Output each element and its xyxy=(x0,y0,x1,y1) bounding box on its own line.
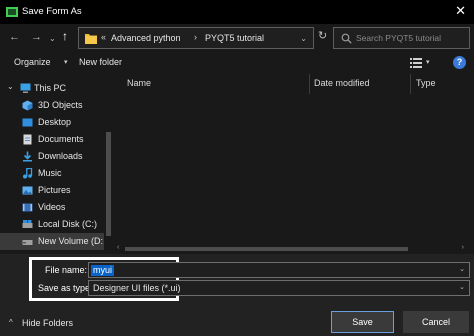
search-icon xyxy=(341,33,352,44)
file-name-label: File name: xyxy=(45,265,88,275)
window-title: Save Form As xyxy=(22,6,82,17)
organize-button[interactable]: Organize xyxy=(14,57,51,67)
save-button[interactable]: Save xyxy=(331,311,394,333)
breadcrumb-arrow-icon[interactable]: › xyxy=(194,32,197,42)
breadcrumb-overflow-icon[interactable]: « xyxy=(101,32,106,42)
sidebar-item-new-volume-d[interactable]: New Volume (D: xyxy=(0,233,104,250)
column-header-name[interactable]: Name xyxy=(127,78,151,88)
file-list[interactable]: Name Date modified Type xyxy=(115,74,474,254)
new-folder-button[interactable]: New folder xyxy=(79,57,122,67)
expand-chevron-icon[interactable]: ⌄ xyxy=(7,82,14,91)
file-name-input[interactable]: myui ⌄ xyxy=(88,262,470,278)
computer-icon xyxy=(20,83,31,93)
sidebar-item-desktop[interactable]: Desktop xyxy=(0,114,104,131)
sidebar-item-documents[interactable]: Documents xyxy=(0,131,104,148)
forward-arrow-icon[interactable]: → xyxy=(31,31,42,43)
save-as-type-dropdown-icon[interactable]: ⌄ xyxy=(459,283,465,291)
view-caret-icon[interactable]: ▾ xyxy=(426,58,430,66)
video-icon xyxy=(22,203,33,212)
qt-designer-icon xyxy=(6,7,18,17)
close-icon[interactable]: ✕ xyxy=(455,4,466,18)
scrollbar-thumb[interactable] xyxy=(106,132,111,236)
desktop-icon xyxy=(22,118,33,127)
back-arrow-icon[interactable]: ← xyxy=(9,31,20,43)
picture-icon xyxy=(22,186,33,195)
sidebar-item-label: Documents xyxy=(38,134,84,144)
sidebar-item-music[interactable]: Music xyxy=(0,165,104,182)
file-name-dropdown-icon[interactable]: ⌄ xyxy=(459,265,465,273)
navigation-pane-scrollbar[interactable] xyxy=(104,74,112,254)
save-as-type-label: Save as type: xyxy=(38,283,93,293)
sidebar-item-videos[interactable]: Videos xyxy=(0,199,104,216)
view-options-icon[interactable] xyxy=(410,58,422,68)
sidebar-item-label: Pictures xyxy=(38,185,71,195)
disk-icon xyxy=(22,220,33,228)
recent-locations-chevron-icon[interactable]: ⌄ xyxy=(49,33,56,45)
save-dialog: Save Form As ✕ ← → ⌄ ↑ « Advanced python… xyxy=(0,0,474,336)
scroll-right-icon[interactable]: › xyxy=(462,244,464,251)
sidebar-item-this-pc[interactable]: ⌄ This PC xyxy=(0,80,104,97)
sidebar-item-label: Music xyxy=(38,168,62,178)
sidebar-item-label: Videos xyxy=(38,202,66,212)
search-input[interactable]: Search PYQT5 tutorial xyxy=(333,27,470,49)
download-icon xyxy=(23,151,32,162)
sidebar-item-label: New Volume (D: xyxy=(38,236,104,246)
music-icon xyxy=(23,168,33,179)
column-divider[interactable] xyxy=(410,74,411,94)
sidebar-item-label: Local Disk (C:) xyxy=(38,219,98,229)
sidebar-item-label: 3D Objects xyxy=(38,100,83,110)
save-as-type-value[interactable]: Designer UI files (*.ui) xyxy=(93,283,181,293)
file-name-value[interactable]: myui xyxy=(91,265,115,276)
scrollbar-thumb[interactable] xyxy=(125,247,408,251)
title-bar: Save Form As ✕ xyxy=(0,0,474,24)
hide-folders-caret-icon[interactable]: ^ xyxy=(9,318,13,327)
breadcrumb-advanced-python[interactable]: Advanced python xyxy=(111,33,181,43)
save-as-type-select[interactable]: Designer UI files (*.ui) ⌄ xyxy=(88,280,470,296)
column-header-type[interactable]: Type xyxy=(416,78,436,88)
address-bar[interactable]: « Advanced python › PYQT5 tutorial ⌄ xyxy=(78,27,314,49)
disk-icon xyxy=(22,240,33,245)
document-icon xyxy=(23,134,32,145)
sidebar-item-pictures[interactable]: Pictures xyxy=(0,182,104,199)
cancel-button[interactable]: Cancel xyxy=(403,311,469,333)
organize-caret-icon[interactable]: ▾ xyxy=(64,58,68,66)
sidebar-item-label: Desktop xyxy=(38,117,72,127)
sidebar-item-downloads[interactable]: Downloads xyxy=(0,148,104,165)
address-dropdown-icon[interactable]: ⌄ xyxy=(300,34,307,43)
file-list-horizontal-scrollbar[interactable]: ‹ › xyxy=(115,244,466,254)
column-header-date-modified[interactable]: Date modified xyxy=(314,78,370,88)
hide-folders-button[interactable]: Hide Folders xyxy=(22,318,73,328)
search-placeholder: Search PYQT5 tutorial xyxy=(356,33,442,43)
navigation-bar: ← → ⌄ ↑ « Advanced python › PYQT5 tutori… xyxy=(0,24,474,52)
refresh-icon[interactable]: ↻ xyxy=(318,29,327,42)
sidebar-item-3d-objects[interactable]: 3D Objects xyxy=(0,97,104,114)
up-arrow-icon[interactable]: ↑ xyxy=(62,30,68,42)
toolbar: Organize ▾ New folder ▾ ? xyxy=(0,52,474,74)
scroll-left-icon[interactable]: ‹ xyxy=(117,244,119,251)
folder-icon xyxy=(85,34,97,44)
cube-icon xyxy=(22,100,33,111)
breadcrumb-pyqt5-tutorial[interactable]: PYQT5 tutorial xyxy=(205,33,264,43)
sidebar-item-local-disk-c[interactable]: Local Disk (C:) xyxy=(0,216,104,233)
sidebar-item-label: This PC xyxy=(34,83,67,93)
help-icon[interactable]: ? xyxy=(453,56,466,69)
navigation-pane: ⌄ This PC 3D Objects Desktop Documents D… xyxy=(0,74,112,254)
sidebar-item-label: Downloads xyxy=(38,151,83,161)
column-divider[interactable] xyxy=(309,74,310,94)
